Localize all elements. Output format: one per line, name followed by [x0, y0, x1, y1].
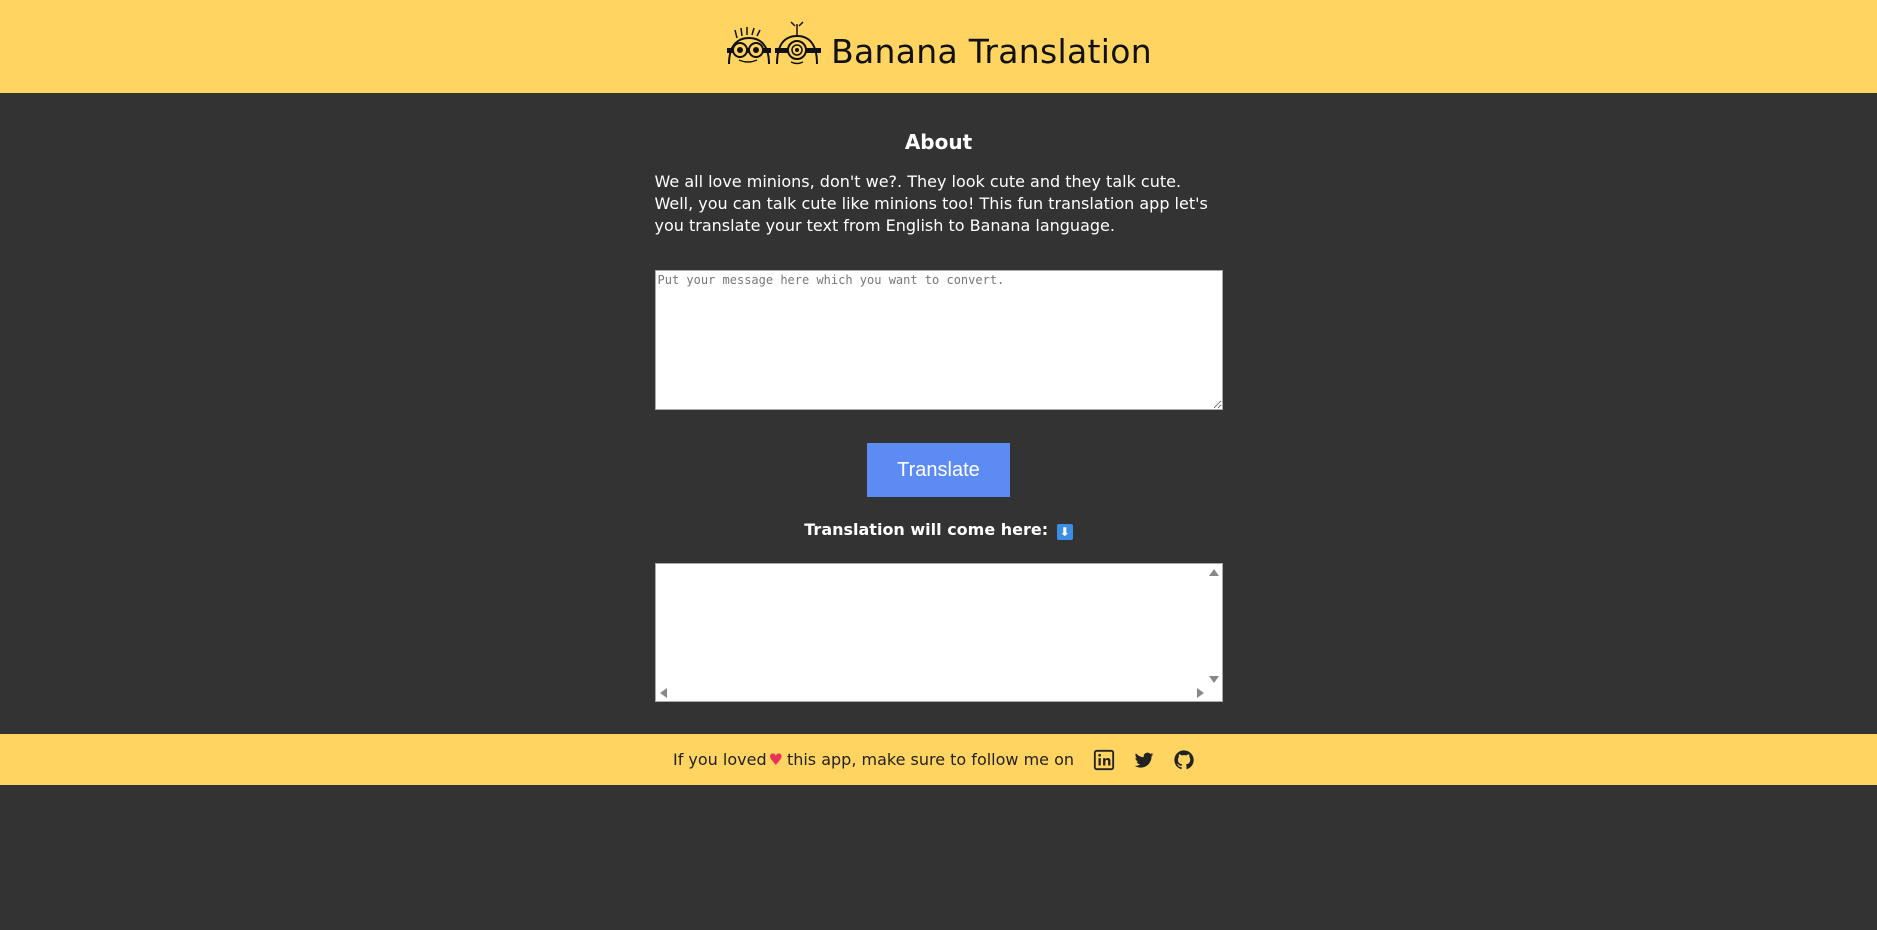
- scroll-up-arrow-icon[interactable]: [1208, 569, 1219, 576]
- scroll-right-arrow-icon[interactable]: [1196, 688, 1204, 698]
- about-text: We all love minions, don't we?. They loo…: [654, 172, 1208, 235]
- message-input[interactable]: [654, 270, 1223, 410]
- output-label: Translation will come here: ⬇: [655, 519, 1223, 541]
- output-label-text: Translation will come here:: [804, 520, 1049, 539]
- scroll-left-arrow-icon[interactable]: [659, 688, 667, 698]
- heart-icon: ♥: [768, 750, 783, 769]
- scroll-down-arrow-icon[interactable]: [1208, 676, 1219, 683]
- twitter-icon: [1134, 752, 1154, 768]
- main-content: About We all love minions, don't we?. Th…: [654, 93, 1223, 702]
- footer-bar: If you loved ♥ this app, make sure to fo…: [0, 734, 1877, 785]
- footer-text-before: If you loved: [672, 750, 767, 769]
- linkedin-link[interactable]: [1093, 749, 1115, 771]
- button-wrapper: Translate: [655, 443, 1223, 497]
- github-link[interactable]: [1173, 749, 1195, 771]
- linkedin-icon: [1093, 749, 1115, 770]
- page-title: Banana Translation: [831, 32, 1152, 71]
- down-arrow-emoji-icon: ⬇: [1056, 524, 1073, 540]
- translate-button[interactable]: Translate: [867, 443, 1010, 497]
- footer-text-after: this app, make sure to follow me on: [786, 750, 1075, 769]
- github-icon: [1174, 749, 1194, 769]
- social-links: [1084, 749, 1204, 771]
- header-bar: Banana Translation: [0, 0, 1877, 93]
- twitter-link[interactable]: [1133, 749, 1155, 771]
- about-heading: About: [904, 130, 973, 154]
- minions-logo-icon: [727, 20, 822, 64]
- output-box[interactable]: [654, 563, 1223, 702]
